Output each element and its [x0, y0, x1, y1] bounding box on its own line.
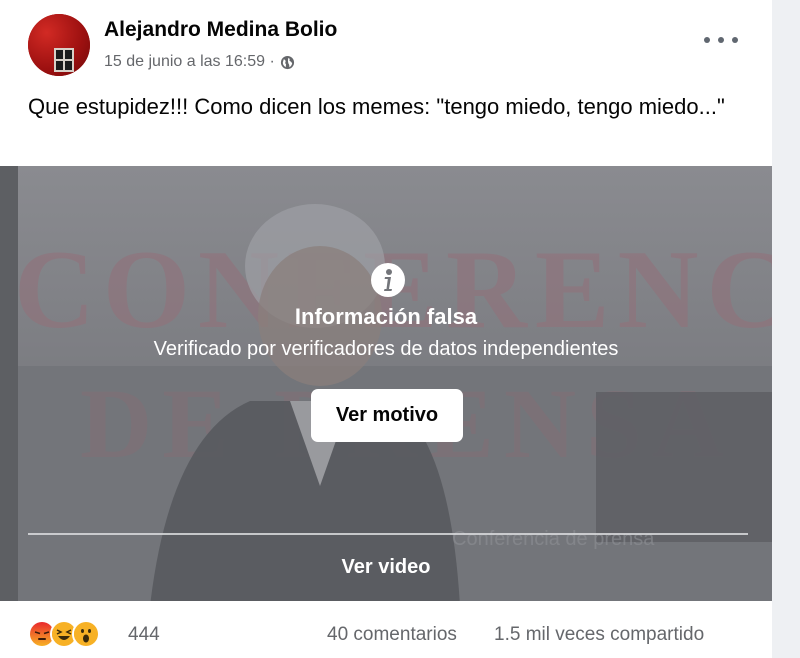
- sign-language-screen: [596, 392, 772, 542]
- false-info-title: Información falsa: [294, 304, 478, 329]
- info-icon: [371, 263, 405, 297]
- reaction-count[interactable]: 444: [128, 624, 160, 646]
- wow-reaction-icon: [72, 620, 100, 648]
- shares-count[interactable]: 1.5 mil veces compartido: [494, 624, 704, 646]
- see-video-button[interactable]: Ver video: [0, 556, 772, 579]
- overlay-divider: [28, 533, 748, 535]
- video-container[interactable]: CONFERENCIA DE PRENSA Conferencia de pre…: [0, 166, 772, 601]
- more-options-icon[interactable]: [704, 30, 738, 50]
- post-card: Alejandro Medina Bolio 15 de junio a las…: [0, 0, 772, 658]
- comments-count[interactable]: 40 comentarios: [327, 624, 457, 646]
- globe-icon: [280, 55, 294, 69]
- reactions-summary[interactable]: [28, 620, 100, 648]
- avatar[interactable]: [28, 14, 90, 76]
- page-background: [772, 0, 800, 658]
- avatar-window: [54, 48, 74, 72]
- author-name[interactable]: Alejandro Medina Bolio: [104, 18, 337, 42]
- false-info-subtitle: Verificado por verificadores de datos in…: [153, 338, 619, 360]
- post-meta: 15 de junio a las 16:59 ·: [104, 53, 295, 71]
- post-text: Que estupidez!!! Como dicen los memes: "…: [28, 94, 725, 119]
- see-why-button[interactable]: Ver motivo: [311, 389, 463, 442]
- post-timestamp[interactable]: 15 de junio a las 16:59 ·: [104, 53, 275, 71]
- video-watermark: Conferencia de prensa: [452, 528, 655, 550]
